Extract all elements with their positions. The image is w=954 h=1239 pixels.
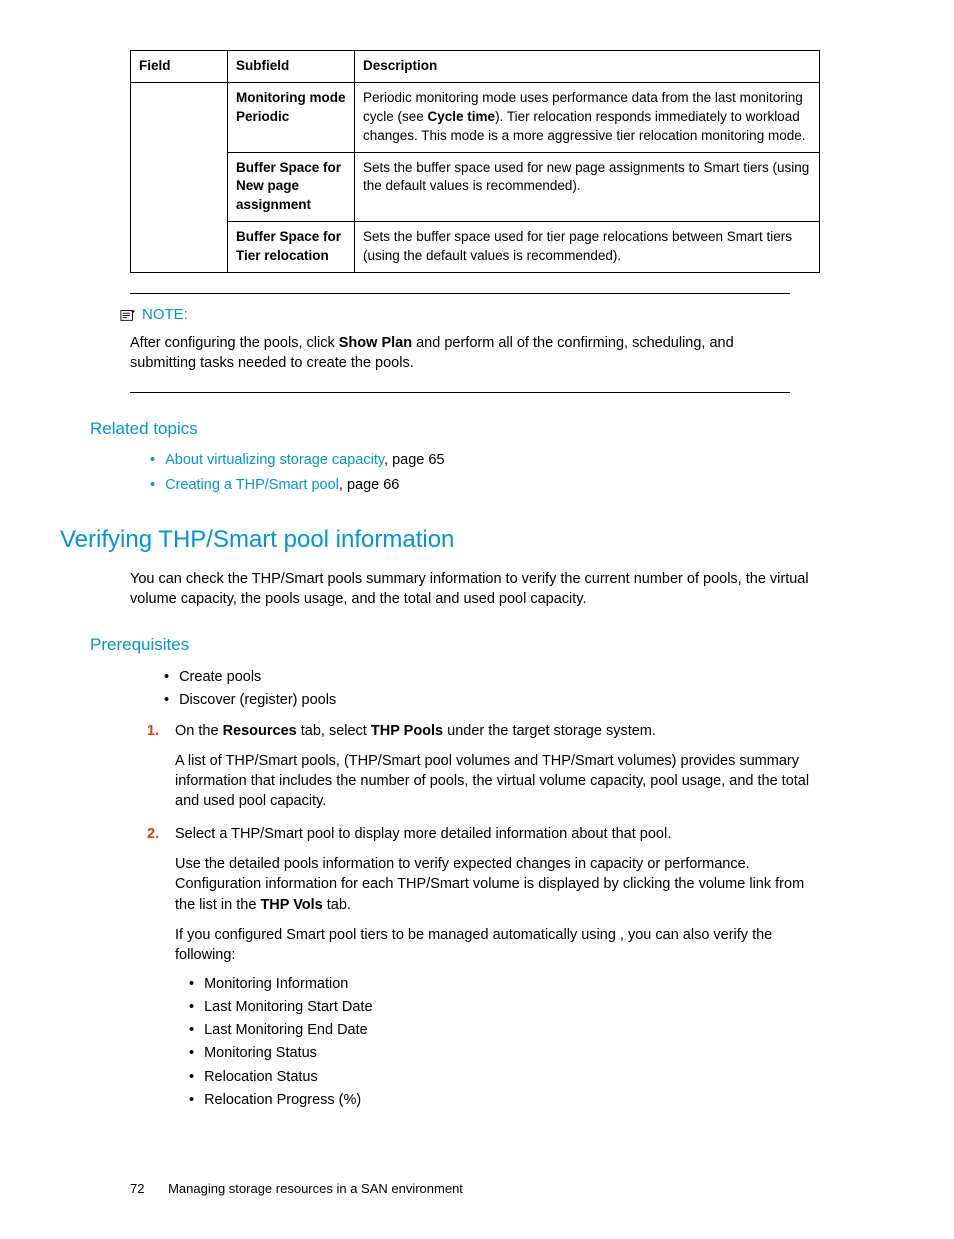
list-item: Relocation Status bbox=[189, 1067, 864, 1087]
prereq-bullets: Create pools Discover (register) pools bbox=[164, 667, 864, 711]
footer-title: Managing storage resources in a SAN envi… bbox=[168, 1181, 463, 1196]
prerequisites-heading: Prerequisites bbox=[90, 633, 864, 657]
section-heading: Verifying THP/Smart pool information bbox=[60, 523, 864, 557]
td-subfield: Monitoring mode Periodic bbox=[228, 82, 355, 152]
list-item: Create pools bbox=[164, 667, 864, 687]
note-label: NOTE: bbox=[142, 304, 188, 325]
th-subfield: Subfield bbox=[228, 51, 355, 83]
intro-paragraph: You can check the THP/Smart pools summar… bbox=[130, 569, 810, 610]
td-subfield: Buffer Space for Tier relocation bbox=[228, 222, 355, 273]
td-field-blank bbox=[131, 82, 228, 272]
step-2-para2: If you configured Smart pool tiers to be… bbox=[175, 925, 815, 966]
step-1-para: A list of THP/Smart pools, (THP/Smart po… bbox=[175, 751, 815, 812]
list-item: Discover (register) pools bbox=[164, 690, 864, 710]
list-item: About virtualizing storage capacity, pag… bbox=[150, 450, 864, 470]
page-footer: 72 Managing storage resources in a SAN e… bbox=[130, 1180, 864, 1198]
page-number: 72 bbox=[130, 1181, 144, 1196]
list-item: Last Monitoring End Date bbox=[189, 1020, 864, 1040]
divider bbox=[130, 392, 790, 393]
field-table: Field Subfield Description Monitoring mo… bbox=[130, 50, 820, 273]
td-desc: Sets the buffer space used for new page … bbox=[355, 152, 820, 222]
steps-list: On the Resources tab, select THP Pools u… bbox=[147, 721, 864, 1111]
link-creating-pool[interactable]: Creating a THP/Smart pool bbox=[165, 477, 339, 493]
list-item: Last Monitoring Start Date bbox=[189, 997, 864, 1017]
note-icon bbox=[120, 308, 136, 322]
td-desc: Periodic monitoring mode uses performanc… bbox=[355, 82, 820, 152]
list-item: Relocation Progress (%) bbox=[189, 1090, 864, 1110]
list-item: Monitoring Status bbox=[189, 1043, 864, 1063]
th-description: Description bbox=[355, 51, 820, 83]
link-virtualizing[interactable]: About virtualizing storage capacity bbox=[165, 452, 384, 468]
step-2-para1: Use the detailed pools information to ve… bbox=[175, 854, 815, 915]
th-field: Field bbox=[131, 51, 228, 83]
related-topics-list: About virtualizing storage capacity, pag… bbox=[150, 450, 864, 495]
note-body: After configuring the pools, click Show … bbox=[130, 333, 790, 374]
td-desc: Sets the buffer space used for tier page… bbox=[355, 222, 820, 273]
step-2: Select a THP/Smart pool to display more … bbox=[147, 824, 864, 1111]
divider bbox=[130, 293, 790, 294]
td-subfield: Buffer Space for New page assignment bbox=[228, 152, 355, 222]
list-item: Monitoring Information bbox=[189, 974, 864, 994]
list-item: Creating a THP/Smart pool, page 66 bbox=[150, 475, 864, 495]
related-topics-heading: Related topics bbox=[90, 417, 864, 441]
step-1: On the Resources tab, select THP Pools u… bbox=[147, 721, 864, 812]
step-2-list: Monitoring Information Last Monitoring S… bbox=[189, 974, 864, 1111]
